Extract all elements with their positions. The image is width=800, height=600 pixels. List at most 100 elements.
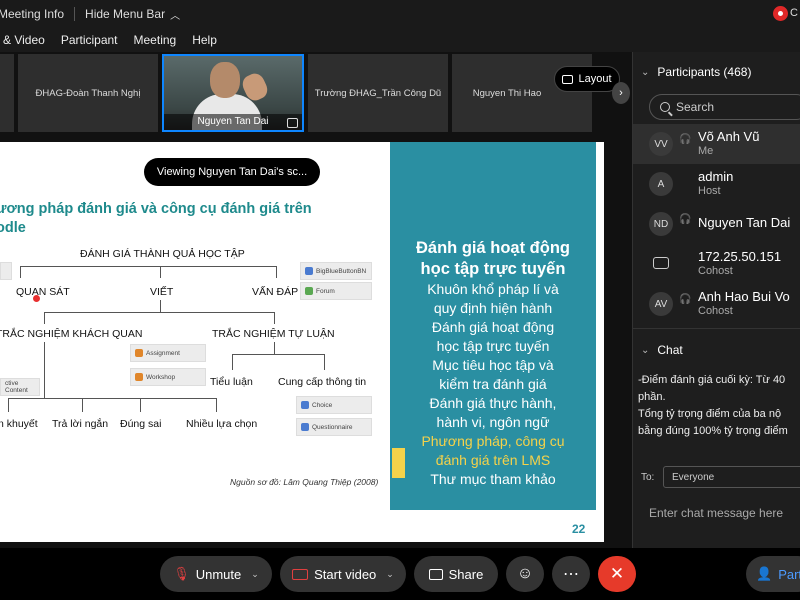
thumbnail-name: ĐHAG-Đoàn Thanh Nghị	[35, 87, 141, 99]
workshop-icon	[135, 373, 143, 381]
participants-header[interactable]: ⌄ Participants (468)	[633, 58, 800, 86]
share-screen-icon	[428, 568, 443, 580]
divider	[633, 328, 800, 329]
moodle-card-label: Choice	[312, 401, 333, 409]
moodle-card-label: Assignment	[146, 349, 180, 357]
unmute-label: Unmute	[195, 566, 242, 582]
avatar: VV	[649, 132, 673, 156]
chat-recipient-select[interactable]: Everyone	[663, 466, 800, 488]
chevron-down-icon[interactable]: ⌄	[386, 569, 394, 580]
participant-name: Nguyen Tan Dai	[698, 215, 791, 230]
unmute-button[interactable]: 🎙 Unmute ⌄	[160, 556, 272, 592]
diagram-node: VIẾT	[150, 286, 174, 298]
moodle-card: ctive Content	[0, 378, 40, 396]
chat-input[interactable]: Enter chat message here	[649, 506, 783, 520]
record-icon[interactable]	[773, 6, 788, 21]
video-thumbnail[interactable]: Trường ĐHAG_Trần Công Dũ	[308, 54, 448, 132]
phone-icon	[653, 257, 669, 269]
shared-screen: Viewing Nguyen Tan Dai's sc... ương pháp…	[0, 134, 632, 548]
reactions-button[interactable]: ☺	[506, 556, 544, 592]
more-button[interactable]: ⋯	[552, 556, 590, 592]
moodle-card: BigBlueButtonBN	[300, 262, 372, 280]
chevron-down-icon[interactable]: ⌄	[641, 345, 649, 356]
menu-help[interactable]: Help	[192, 33, 217, 47]
chat-header[interactable]: ⌄ Chat	[633, 336, 800, 364]
participant-role: Me	[698, 145, 714, 157]
participant-search-input[interactable]: Search	[649, 94, 800, 120]
agenda-item: Mục tiêu học tập và	[432, 357, 554, 373]
chat-title: Chat	[657, 343, 683, 357]
chevron-right-icon[interactable]: ›	[612, 82, 630, 104]
leave-meeting-button[interactable]: ✕	[598, 556, 636, 592]
menu-meeting[interactable]: Meeting	[134, 33, 177, 47]
diagram-node: Trả lời ngắn	[52, 418, 109, 430]
agenda-heading: học tập trực tuyến	[420, 260, 566, 278]
layout-button[interactable]: Layout	[554, 66, 620, 92]
avatar: A	[649, 172, 673, 196]
diagram-connector	[160, 266, 161, 278]
start-video-label: Start video	[314, 566, 377, 582]
headphones-icon: 🎧	[679, 294, 692, 305]
slide-title-line: ương pháp đánh giá và công cụ đánh giá t…	[0, 201, 312, 217]
chat-line: Tổng tỷ trọng điểm của ba nộ	[638, 408, 782, 420]
thumbnail-name: Nguyen Tan Dai	[164, 114, 302, 130]
top-bar: Meeting Info Hide Menu Bar ︿ C	[0, 0, 800, 28]
chevron-down-icon[interactable]: ⌄	[251, 569, 259, 580]
avatar: ND	[649, 212, 673, 236]
microphone-muted-icon: 🎙	[173, 566, 190, 581]
viewing-banner[interactable]: Viewing Nguyen Tan Dai's sc...	[144, 158, 320, 186]
chevron-down-icon[interactable]: ⌄	[641, 67, 649, 78]
diagram-node: Nhiều lựa chọn	[186, 418, 258, 430]
moodle-card-label: Questionnaire	[312, 423, 353, 431]
agenda-item: quy định hiện hành	[433, 300, 553, 316]
menu-participant[interactable]: Participant	[61, 33, 118, 47]
diagram-connector	[216, 398, 217, 412]
participant-row[interactable]: VV 🎧 Võ Anh Vũ Me	[633, 124, 800, 164]
diagram-connector	[20, 266, 21, 278]
participant-name: 172.25.50.151	[698, 249, 782, 264]
participant-role: Host	[698, 185, 721, 197]
participants-icon: 👤	[756, 566, 773, 581]
agenda-heading: Đánh giá hoạt động	[416, 239, 570, 257]
video-off-icon	[292, 568, 309, 580]
headphones-icon: 🎧	[679, 134, 692, 145]
meeting-info-button[interactable]: Meeting Info	[0, 7, 64, 21]
diagram-node: Đúng sai	[120, 418, 162, 430]
share-button[interactable]: Share	[414, 556, 498, 592]
agenda-item: học tập trực tuyến	[436, 338, 550, 354]
agenda-item: Đánh giá hoạt động	[431, 319, 555, 335]
diagram-connector	[44, 342, 45, 398]
active-speaker-thumbnail[interactable]: Nguyen Tan Dai	[162, 54, 304, 132]
start-video-button[interactable]: Start video ⌄	[280, 556, 406, 592]
slide-title-line: odle	[0, 220, 26, 236]
video-thumbnail[interactable]	[0, 54, 14, 132]
pointer-dot	[33, 295, 40, 302]
participant-row[interactable]: 172.25.50.151 Cohost	[633, 244, 800, 284]
headphones-icon: 🎧	[679, 214, 692, 225]
chevron-up-icon[interactable]: ︿	[170, 7, 180, 22]
participant-row[interactable]: ND 🎧 Nguyen Tan Dai	[633, 204, 800, 244]
menu-audio-video[interactable]: & Video	[3, 33, 45, 47]
diagram-connector	[274, 312, 275, 324]
participant-row[interactable]: AV 🎧 Anh Hao Bui Vo Cohost	[633, 284, 800, 324]
moodle-card	[0, 262, 12, 280]
moodle-card-label: Forum	[316, 287, 335, 295]
agenda-item-highlighted: Phương pháp, công cụ	[421, 433, 565, 449]
diagram-connector	[8, 398, 216, 399]
moodle-card: Forum	[300, 282, 372, 300]
agenda-item: kiểm tra đánh giá	[439, 376, 547, 392]
meeting-window: Meeting Info Hide Menu Bar ︿ C & Video P…	[0, 0, 800, 600]
diagram-connector	[140, 398, 141, 412]
agenda-item: Khuôn khổ pháp lí và	[427, 281, 559, 297]
participant-row[interactable]: A admin Host	[633, 164, 800, 204]
search-icon	[660, 102, 670, 112]
participants-button[interactable]: 👤 Part	[746, 556, 800, 592]
smiley-icon: ☺	[516, 565, 534, 582]
person-face	[210, 62, 240, 98]
diagram-connector	[232, 354, 233, 370]
slide-page-number: 22	[572, 522, 586, 536]
hide-menu-bar-button[interactable]: Hide Menu Bar	[85, 7, 165, 21]
diagram-connector	[8, 398, 9, 412]
video-thumbnail[interactable]: ĐHAG-Đoàn Thanh Nghị	[18, 54, 158, 132]
agenda-item: Thư mục tham khảo	[430, 471, 556, 487]
